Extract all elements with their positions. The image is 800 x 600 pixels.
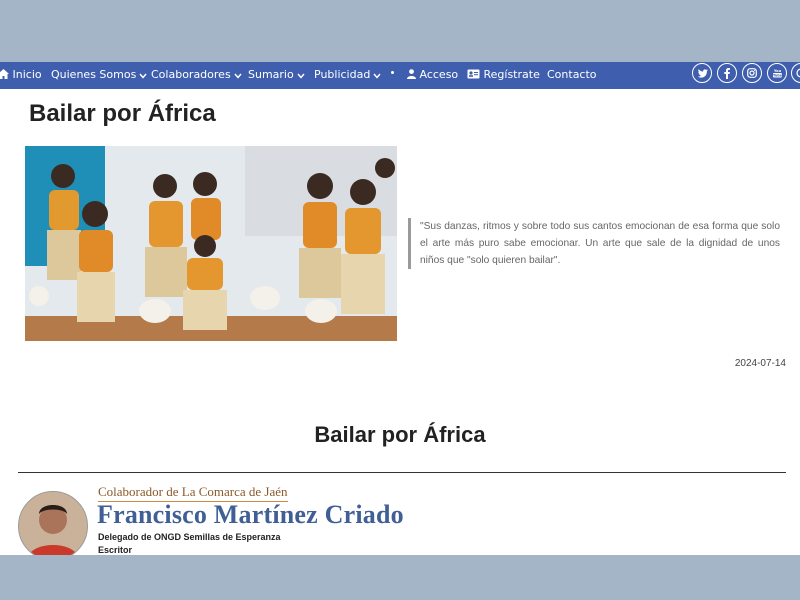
author-avatar — [18, 491, 88, 555]
author-role: Delegado de ONGD Semillas de Esperanza E… — [98, 531, 281, 555]
twitter-icon[interactable] — [692, 63, 712, 83]
nav-contacto-label: Contacto — [547, 68, 597, 81]
nav-sumario[interactable]: Sumario — [248, 62, 305, 89]
article-title: Bailar por África — [29, 100, 216, 127]
nav-registrate[interactable]: Regístrate — [467, 62, 540, 89]
nav-quienes-somos-label: Quienes Somos — [51, 68, 137, 81]
nav-star-marker — [390, 62, 395, 85]
article-date: 2024-07-14 — [734, 358, 786, 369]
star-icon — [391, 71, 394, 74]
chevron-down-icon — [373, 73, 381, 79]
nav-quienes-somos[interactable]: Quienes Somos — [51, 62, 147, 89]
chevron-down-icon — [297, 73, 305, 79]
author-name: Francisco Martínez Criado — [97, 500, 404, 529]
youtube-icon[interactable]: You Tube — [767, 63, 787, 83]
chevron-down-icon — [234, 73, 242, 79]
nav-colaboradores[interactable]: Colaboradores — [151, 62, 242, 89]
nav-acceso[interactable]: Acceso — [407, 62, 458, 89]
divider — [18, 472, 786, 473]
author-role-line1: Delegado de ONGD Semillas de Esperanza — [98, 532, 281, 542]
nav-publicidad-label: Publicidad — [314, 68, 371, 81]
nav-acceso-label: Acceso — [419, 68, 459, 81]
nav-registrate-label: Regístrate — [483, 68, 540, 81]
nav-sumario-label: Sumario — [248, 68, 294, 81]
nav-colaboradores-label: Colaboradores — [151, 68, 231, 81]
nav-inicio-label: Inicio — [12, 68, 42, 81]
whatsapp-icon[interactable] — [791, 63, 800, 83]
page: Inicio Quienes Somos Colaboradores Sumar… — [0, 62, 800, 555]
article-photo — [25, 146, 397, 341]
nav-publicidad[interactable]: Publicidad — [314, 62, 381, 89]
author-role-line2: Escritor — [98, 545, 133, 555]
article-subtitle: Bailar por África — [314, 422, 486, 447]
instagram-icon[interactable] — [742, 63, 762, 83]
main-navbar: Inicio Quienes Somos Colaboradores Sumar… — [0, 62, 800, 89]
facebook-icon[interactable] — [717, 63, 737, 83]
id-card-icon — [467, 69, 480, 79]
nav-contacto[interactable]: Contacto — [547, 62, 597, 89]
nav-inicio[interactable]: Inicio — [0, 62, 42, 89]
svg-text:You: You — [772, 69, 781, 73]
user-icon — [407, 69, 416, 79]
chevron-down-icon — [139, 73, 147, 79]
svg-text:Tube: Tube — [772, 74, 782, 78]
article-quote: "Sus danzas, ritmos y sobre todo sus can… — [408, 218, 780, 269]
home-icon — [0, 69, 9, 79]
